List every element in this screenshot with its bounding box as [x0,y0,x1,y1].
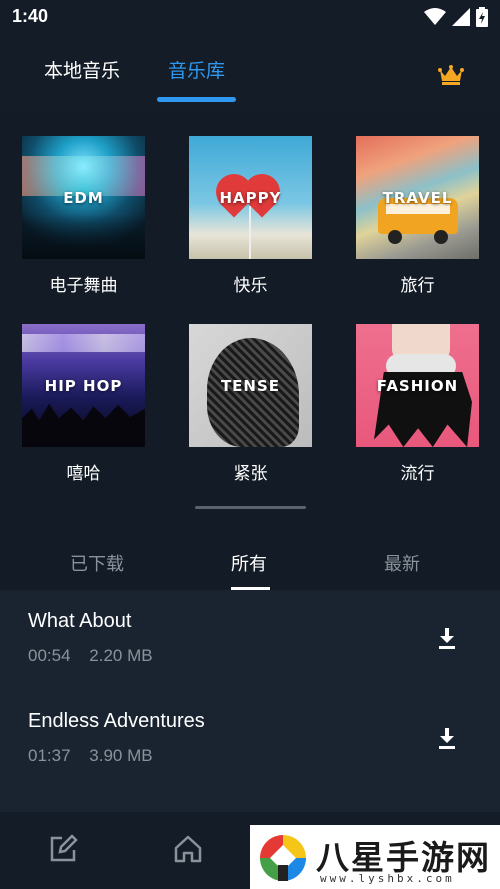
track-title: Endless Adventures [28,710,205,732]
genre-tile-tense[interactable]: TENSE 紧张 [189,324,312,484]
genre-label: FASHION [376,376,459,395]
tab-newest[interactable]: 最新 [384,550,420,576]
signal-icon [452,8,470,26]
genre-caption: 快乐 [233,276,268,296]
genre-art-hiphop: HIP HOP [22,324,145,447]
top-tab-bar: 本地音乐 音乐库 [0,34,500,110]
track-duration: 01:37 [28,746,71,765]
genre-tile-hiphop[interactable]: HIP HOP 嘻哈 [22,324,145,484]
crown-icon[interactable] [438,64,464,86]
track-meta: 00:54 2.20 MB [28,646,153,666]
genre-label: HAPPY [219,188,282,207]
tab-downloaded[interactable]: 已下载 [70,550,124,576]
genre-art-fashion: FASHION [356,324,479,447]
genre-art-tense: TENSE [189,324,312,447]
genre-grid: EDM 电子舞曲 HAPPY 快乐 TRAVEL 旅行 HIP HOP 嘻哈 T… [0,110,500,530]
download-icon[interactable] [437,628,457,650]
track-duration: 00:54 [28,646,71,665]
genre-caption: 紧张 [233,464,268,484]
status-time: 1:40 [12,6,49,26]
genre-label: EDM [63,188,104,207]
list-item[interactable]: What About 00:54 2.20 MB [0,590,500,690]
watermark: 八星手游网 www.lyshbx.com [250,825,500,889]
wifi-icon [424,8,446,25]
watermark-url: www.lyshbx.com [320,872,455,885]
download-icon[interactable] [437,728,457,750]
filter-tab-bar: 已下载 所有 最新 [0,530,500,590]
genre-art-edm: EDM [22,136,145,259]
genre-label: HIP HOP [44,376,123,395]
status-bar: 1:40 [0,0,500,34]
tab-music-library[interactable]: 音乐库 [168,56,225,83]
tab-local-music[interactable]: 本地音乐 [44,56,120,83]
list-item[interactable]: Endless Adventures 01:37 3.90 MB [0,690,500,790]
genre-tile-fashion[interactable]: FASHION 流行 [356,324,479,484]
track-size: 3.90 MB [89,746,153,765]
tab-active-indicator [157,97,236,102]
watermark-logo-icon [260,835,306,881]
track-size: 2.20 MB [89,646,153,665]
edit-icon[interactable] [48,834,78,864]
track-meta: 01:37 3.90 MB [28,746,153,766]
genre-tile-travel[interactable]: TRAVEL 旅行 [356,136,479,296]
genre-caption: 旅行 [400,276,435,296]
tab-all[interactable]: 所有 [231,550,267,576]
home-icon[interactable] [173,834,203,864]
battery-icon [476,7,488,27]
genre-label: TRAVEL [382,188,453,207]
drag-handle[interactable] [195,506,306,509]
genre-tile-edm[interactable]: EDM 电子舞曲 [22,136,145,296]
track-list: What About 00:54 2.20 MB Endless Adventu… [0,590,500,812]
genre-tile-happy[interactable]: HAPPY 快乐 [189,136,312,296]
genre-art-happy: HAPPY [189,136,312,259]
genre-art-travel: TRAVEL [356,136,479,259]
genre-label: TENSE [220,376,281,395]
genre-caption: 嘻哈 [66,464,101,484]
status-icons [424,6,488,28]
genre-caption: 流行 [400,464,435,484]
genre-caption: 电子舞曲 [49,276,118,296]
track-title: What About [28,610,132,632]
